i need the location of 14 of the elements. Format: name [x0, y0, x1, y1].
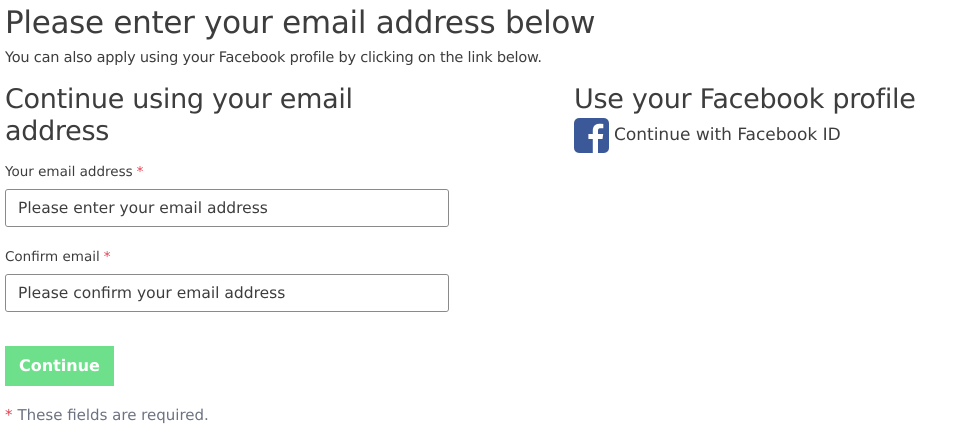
email-field[interactable]: Please enter your email address	[5, 189, 449, 227]
email-field[interactable]: Please confirm your email address	[5, 274, 449, 312]
page-subtitle: You can also apply using your Facebook profile by clicking on the link below.	[5, 49, 543, 68]
section-heading: Use your Facebook profile	[574, 84, 916, 116]
facebook-link[interactable]: Continue with Facebook ID	[574, 118, 916, 153]
required-note: These fields are required.	[18, 405, 209, 426]
field-label: Your email address	[5, 162, 133, 182]
field-label: Confirm email	[5, 248, 100, 267]
facebook-icon	[574, 118, 609, 153]
required-mark: *	[5, 405, 12, 426]
section-heading: Continue using your email address	[5, 84, 354, 148]
required-mark: *	[104, 248, 110, 267]
required-mark: *	[136, 162, 144, 182]
page-title: Please enter your email address below	[5, 4, 596, 43]
